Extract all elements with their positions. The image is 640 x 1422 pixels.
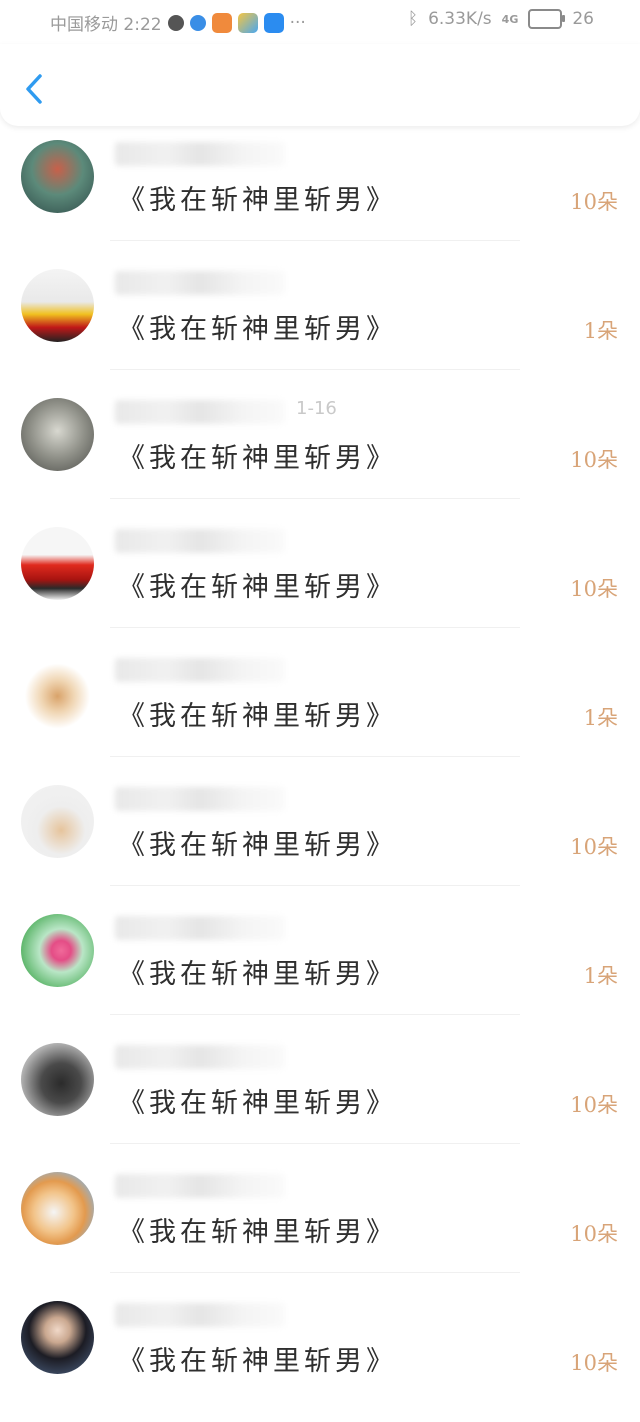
gift-count: 10朵 [570,448,618,472]
status-bar: 中国移动 2:22 ··· ᛒ 6.33K/s 4G 26 [0,0,640,44]
username-blurred [115,529,285,553]
avatar[interactable] [21,269,94,342]
battery-level: 26 [572,9,594,29]
avatar[interactable] [21,656,94,729]
browser-notification-icon [189,14,206,31]
gift-title: 《我在斩神里斩男》 [118,572,397,603]
avatar[interactable] [21,1301,94,1374]
gift-title: 《我在斩神里斩男》 [118,314,397,345]
username-blurred [115,1303,285,1327]
avatar[interactable] [21,398,94,471]
username-blurred [115,1174,285,1198]
divider [110,885,520,886]
avatar[interactable] [21,1172,94,1245]
list-item[interactable]: 《我在斩神里斩男》 10朵 [0,771,640,900]
gift-title: 《我在斩神里斩男》 [118,1346,397,1377]
divider [110,756,520,757]
list-item[interactable]: 《我在斩神里斩男》 10朵 [0,126,640,255]
list-item[interactable]: 《我在斩神里斩男》 1朵 [0,642,640,771]
gift-title: 《我在斩神里斩男》 [118,185,397,216]
gift-count: 10朵 [570,1093,618,1117]
list-item[interactable]: 1-16 《我在斩神里斩男》 10朵 [0,384,640,513]
gift-count: 1朵 [583,319,618,343]
gift-count: 10朵 [570,1222,618,1246]
status-right: ᛒ 6.33K/s 4G 26 [408,9,594,29]
more-notifications-icon: ··· [289,12,306,33]
list-item[interactable]: 《我在斩神里斩男》 10朵 [0,513,640,642]
username-blurred [115,658,285,682]
divider [110,627,520,628]
gift-count: 10朵 [570,1351,618,1375]
video-app-icon [211,12,232,33]
weather-app-icon [263,12,284,33]
battery-icon [528,9,566,29]
divider [110,1143,520,1144]
list-item[interactable]: 《我在斩神里斩男》 1朵 [0,255,640,384]
record-date: 1-16 [296,398,337,419]
divider [110,1272,520,1273]
divider [110,240,520,241]
list-item[interactable]: 《我在斩神里斩男》 10朵 [0,1029,640,1158]
gift-title: 《我在斩神里斩男》 [118,830,397,861]
divider [110,369,520,370]
gift-count: 1朵 [583,706,618,730]
gift-title: 《我在斩神里斩男》 [118,1217,397,1248]
avatar[interactable] [21,914,94,987]
app-store-icon [237,12,258,33]
username-blurred [115,916,285,940]
gift-title: 《我在斩神里斩男》 [118,1088,397,1119]
avatar[interactable] [21,140,94,213]
avatar[interactable] [21,785,94,858]
gift-title: 《我在斩神里斩男》 [118,443,397,474]
gift-count: 10朵 [570,190,618,214]
app-notification-icon [167,14,184,31]
divider [110,498,520,499]
gift-record-list: 《我在斩神里斩男》 10朵 《我在斩神里斩男》 1朵 1-16 《我在斩神里斩男… [0,126,640,1416]
avatar[interactable] [21,1043,94,1116]
top-nav-bar [0,44,640,126]
signal-icon: 4G [501,12,519,26]
bluetooth-icon: ᛒ [407,9,419,29]
list-item[interactable]: 《我在斩神里斩男》 10朵 [0,1287,640,1416]
username-blurred [115,787,285,811]
back-button[interactable] [22,74,46,104]
username-blurred [115,142,285,166]
avatar[interactable] [21,527,94,600]
gift-count: 10朵 [570,577,618,601]
gift-count: 1朵 [583,964,618,988]
status-left: 中国移动 2:22 ··· [50,10,306,35]
divider [110,1014,520,1015]
username-blurred [115,1045,285,1069]
net-speed: 6.33K/s [428,9,492,29]
username-blurred [115,271,285,295]
gift-title: 《我在斩神里斩男》 [118,701,397,732]
carrier-time: 中国移动 2:22 [50,15,162,35]
gift-title: 《我在斩神里斩男》 [118,959,397,990]
list-item[interactable]: 《我在斩神里斩男》 10朵 [0,1158,640,1287]
chevron-left-icon [26,74,42,104]
list-item[interactable]: 《我在斩神里斩男》 1朵 [0,900,640,1029]
username-blurred [115,400,285,424]
gift-count: 10朵 [570,835,618,859]
